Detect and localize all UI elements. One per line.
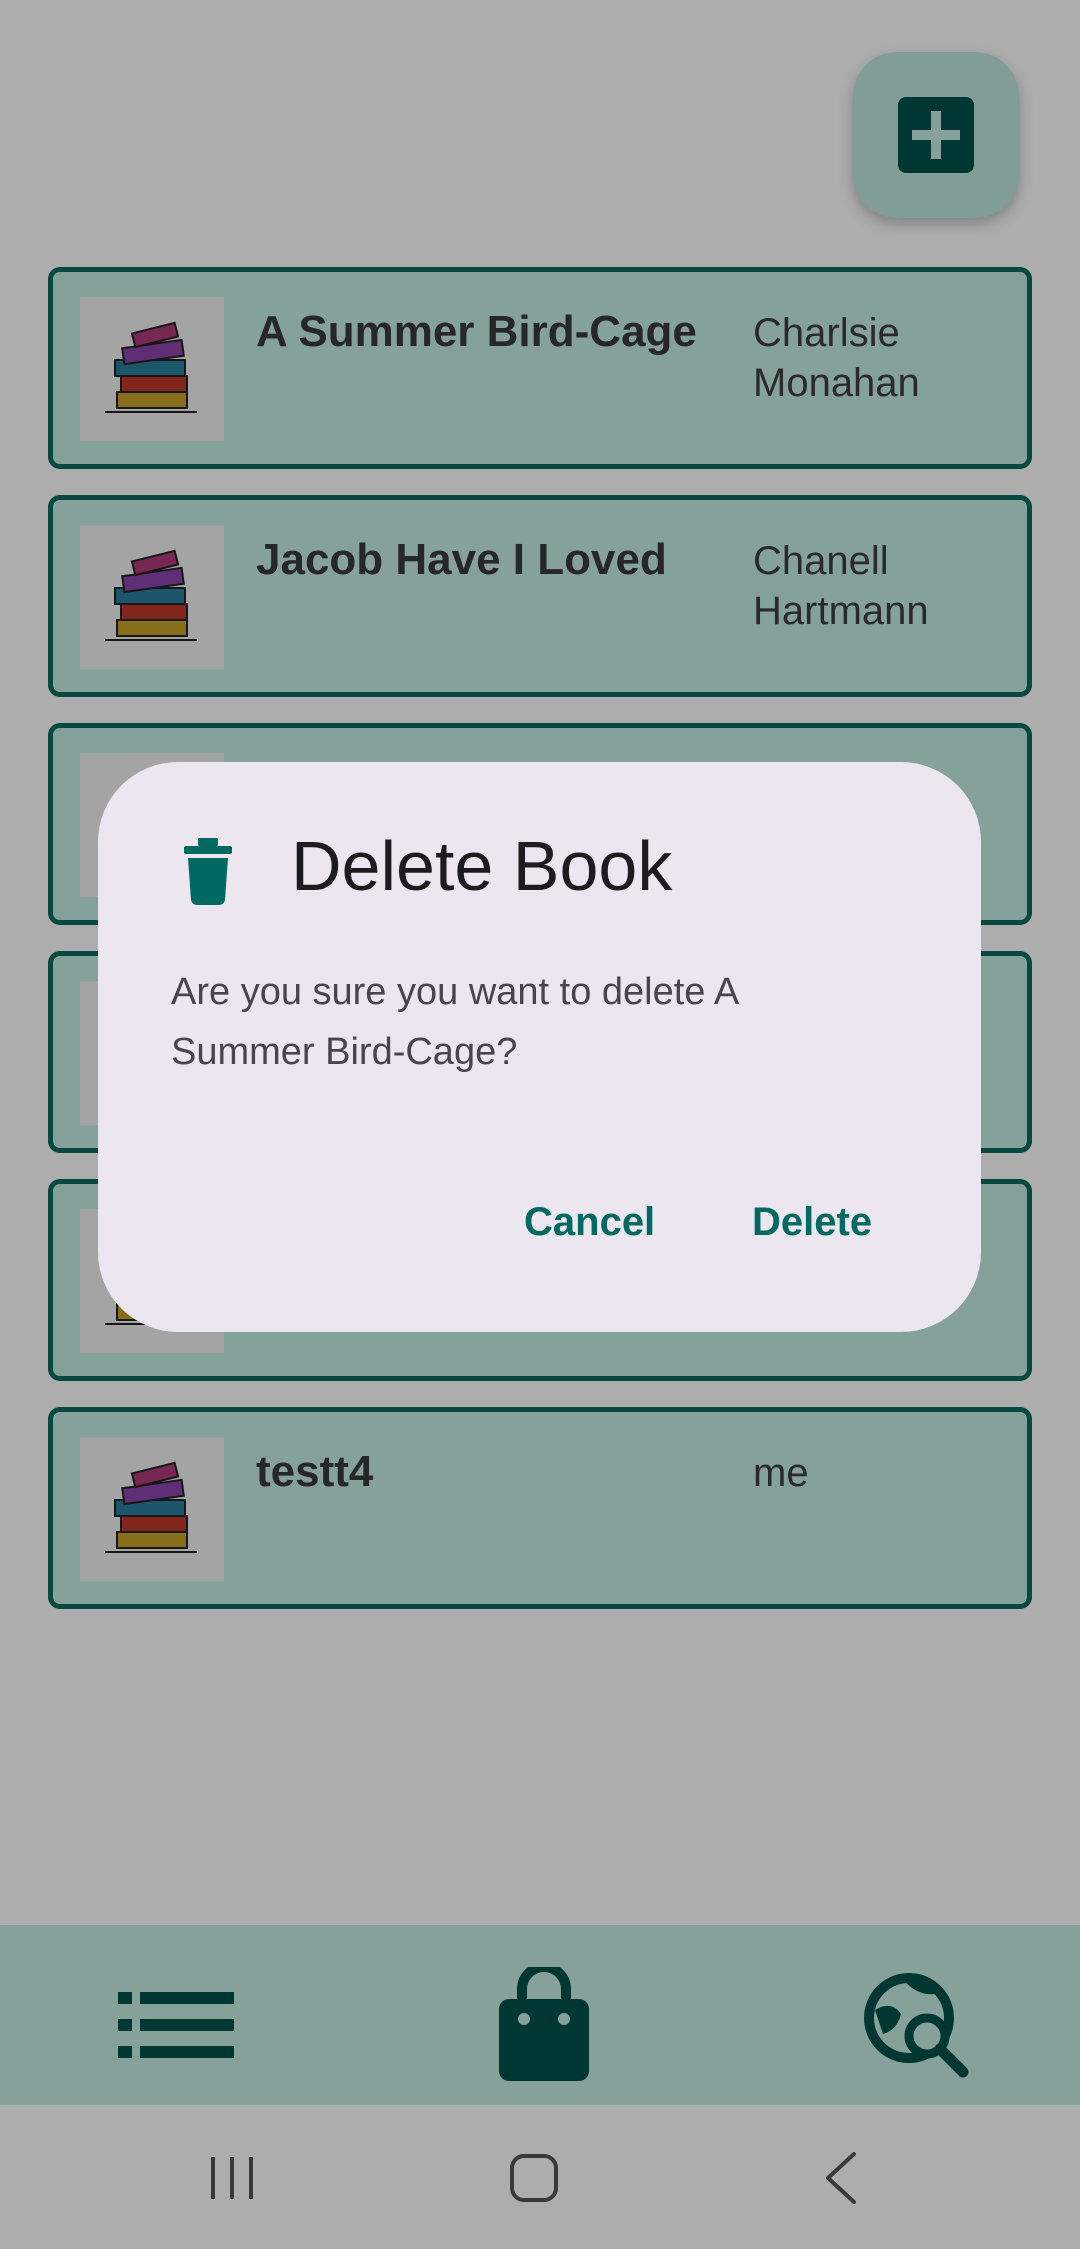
delete-button[interactable]: Delete (732, 1182, 892, 1262)
dialog-title: Delete Book (291, 827, 673, 905)
dialog-message: Are you sure you want to delete A Summer… (171, 971, 738, 1073)
cancel-button[interactable]: Cancel (504, 1182, 675, 1262)
trash-icon (184, 838, 232, 906)
delete-book-dialog: Delete Book Are you sure you want to del… (98, 762, 981, 1332)
